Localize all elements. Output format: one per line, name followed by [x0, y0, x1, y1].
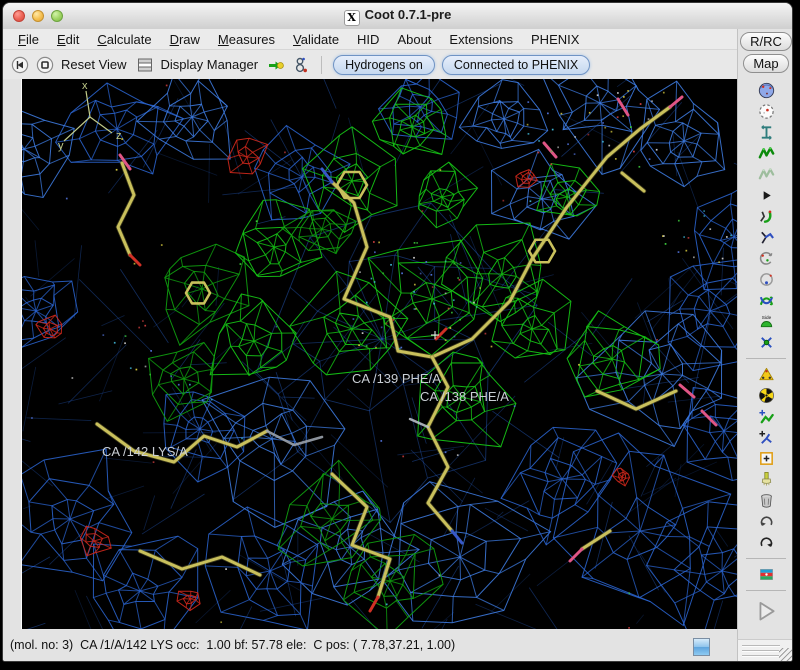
add-terminal-residue-icon[interactable]	[758, 408, 775, 425]
gl-canvas[interactable]: x y z CA /139 PHE/A CA /138 PHE/A CA /142 LYS…	[21, 79, 738, 629]
toolbar-separator	[321, 56, 322, 74]
side-toolbar: R/RC Map Side	[737, 29, 793, 641]
jiggle-fit-icon[interactable]	[758, 334, 775, 351]
status-text: (mol. no: 3) CA /1/A/142 LYS occ: 1.00 b…	[10, 638, 455, 652]
side-toolbar-separator	[746, 558, 786, 559]
window-title-text: Coot 0.7.1-pre	[365, 7, 452, 22]
flag-icon[interactable]	[758, 566, 775, 583]
molecular-view[interactable]: x y z CA /139 PHE/A CA /138 PHE/A CA /142 LYS…	[22, 79, 738, 629]
grip-lines	[742, 645, 780, 660]
axis-label-z: z	[116, 130, 122, 142]
status-indicator	[693, 638, 710, 656]
recentre-icon[interactable]	[758, 103, 775, 120]
add-alt-conf-icon[interactable]	[758, 429, 775, 446]
statusbar: (mol. no: 3) CA /1/A/142 LYS occ: 1.00 b…	[3, 629, 737, 662]
menu-validate[interactable]: Validate	[284, 31, 348, 48]
auto-fit-rotamer-icon[interactable]	[758, 208, 775, 225]
atom-label: CA /138 PHE/A	[420, 389, 509, 404]
side-toolbar-icons: Side	[746, 82, 786, 623]
phenix-connection-button[interactable]: Connected to PHENIX	[442, 55, 590, 75]
go-to-atom-icon[interactable]	[267, 56, 285, 74]
fixed-atoms-icon[interactable]	[758, 187, 775, 204]
molecule-icon[interactable]	[292, 56, 310, 74]
axis-label-y: y	[58, 140, 64, 152]
menu-file[interactable]: File	[9, 31, 48, 48]
edit-chi-angles-icon[interactable]	[758, 250, 775, 267]
menu-measures[interactable]: Measures	[209, 31, 284, 48]
atom-label: CA /142 LYS/A	[102, 444, 188, 459]
menu-draw[interactable]: Draw	[161, 31, 209, 48]
side-toolbar-separator	[746, 590, 786, 591]
resize-grip[interactable]	[779, 648, 793, 662]
coot-window: X Coot 0.7.1-pre FileEditCalculateDrawMea…	[2, 2, 793, 662]
back-button[interactable]	[11, 56, 29, 74]
clear-pending-icon[interactable]	[758, 471, 775, 488]
menubar: FileEditCalculateDrawMeasuresValidateHID…	[3, 29, 792, 50]
hydrogens-toggle-button[interactable]: Hydrogens on	[333, 55, 435, 75]
corner-panel	[737, 639, 793, 662]
side-toolbar-separator	[746, 358, 786, 359]
display-manager-icon[interactable]	[136, 56, 154, 74]
run-play-icon[interactable]	[753, 598, 779, 623]
reset-view-button[interactable]: Reset View	[61, 57, 127, 72]
rotamers-icon[interactable]	[758, 229, 775, 246]
menu-extensions[interactable]: Extensions	[440, 31, 522, 48]
menu-edit[interactable]: Edit	[48, 31, 88, 48]
svg-text:Side: Side	[761, 315, 771, 321]
menu-about[interactable]: About	[388, 31, 440, 48]
x11-icon: X	[344, 10, 360, 26]
rrc-button[interactable]: R/RC	[740, 32, 792, 51]
titlebar[interactable]: X Coot 0.7.1-pre	[3, 3, 792, 30]
torsion-general-icon[interactable]	[758, 271, 775, 288]
simple-mutate-icon[interactable]	[758, 387, 775, 404]
redo-icon[interactable]	[758, 534, 775, 551]
mutate-auto-fit-icon[interactable]	[758, 366, 775, 383]
atom-label: CA /139 PHE/A	[352, 371, 441, 386]
view-sphere-icon[interactable]	[758, 82, 775, 99]
flip-peptide-icon[interactable]	[758, 292, 775, 309]
menu-hid[interactable]: HID	[348, 31, 388, 48]
menu-calculate[interactable]: Calculate	[88, 31, 160, 48]
side-chain-flip-icon[interactable]: Side	[758, 313, 775, 330]
real-space-refine-icon[interactable]	[758, 145, 775, 162]
translate-zone-icon[interactable]	[758, 124, 775, 141]
menu-phenix[interactable]: PHENIX	[522, 31, 588, 48]
map-button[interactable]: Map	[743, 54, 788, 73]
display-manager-button[interactable]: Display Manager	[161, 57, 259, 72]
delete-item-icon[interactable]	[758, 492, 775, 509]
window-title: X Coot 0.7.1-pre	[3, 7, 792, 26]
main-toolbar: Reset View Display Manager Hydrogens on …	[3, 50, 737, 79]
stop-button[interactable]	[36, 56, 54, 74]
axis-label-x: x	[82, 80, 88, 92]
pointer-atom-icon[interactable]	[758, 450, 775, 467]
regularize-icon[interactable]	[758, 166, 775, 183]
undo-icon[interactable]	[758, 513, 775, 530]
